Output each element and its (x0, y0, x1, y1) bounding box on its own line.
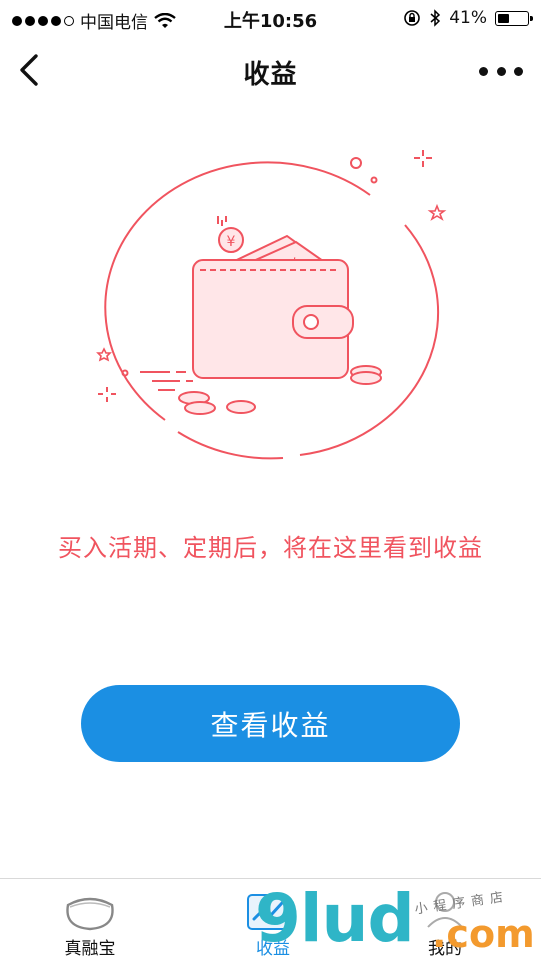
view-earnings-button[interactable]: 查看收益 (81, 685, 460, 762)
tab-home[interactable]: 真融宝 (50, 879, 130, 961)
status-right: 41% (403, 8, 533, 28)
navigation-bar: 收益 (0, 36, 541, 106)
battery-fill (498, 13, 510, 23)
empty-state-illustration: ¥ ¥ (0, 140, 541, 480)
tab-label: 真融宝 (64, 939, 116, 959)
orientation-lock-icon (404, 10, 421, 26)
more-dot (496, 66, 506, 76)
coin-currency: ¥ (227, 234, 236, 250)
page-title: 收益 (243, 60, 298, 90)
more-dot (479, 66, 488, 76)
battery-icon (495, 10, 533, 26)
battery-percent: 41% (449, 8, 487, 28)
bluetooth-icon (430, 9, 441, 27)
bean-icon (66, 897, 114, 931)
status-bar: 中国电信 上午10:56 41% (0, 0, 541, 36)
wallet-coins-icon: ¥ ¥ (96, 150, 447, 460)
watermark-brand: 9lud (255, 880, 415, 957)
empty-state-message: 买入活期、定期后，将在这里看到收益 (58, 534, 483, 562)
watermark-suffix: .com (432, 912, 535, 956)
more-button[interactable] (479, 58, 523, 84)
more-dot (514, 66, 523, 76)
